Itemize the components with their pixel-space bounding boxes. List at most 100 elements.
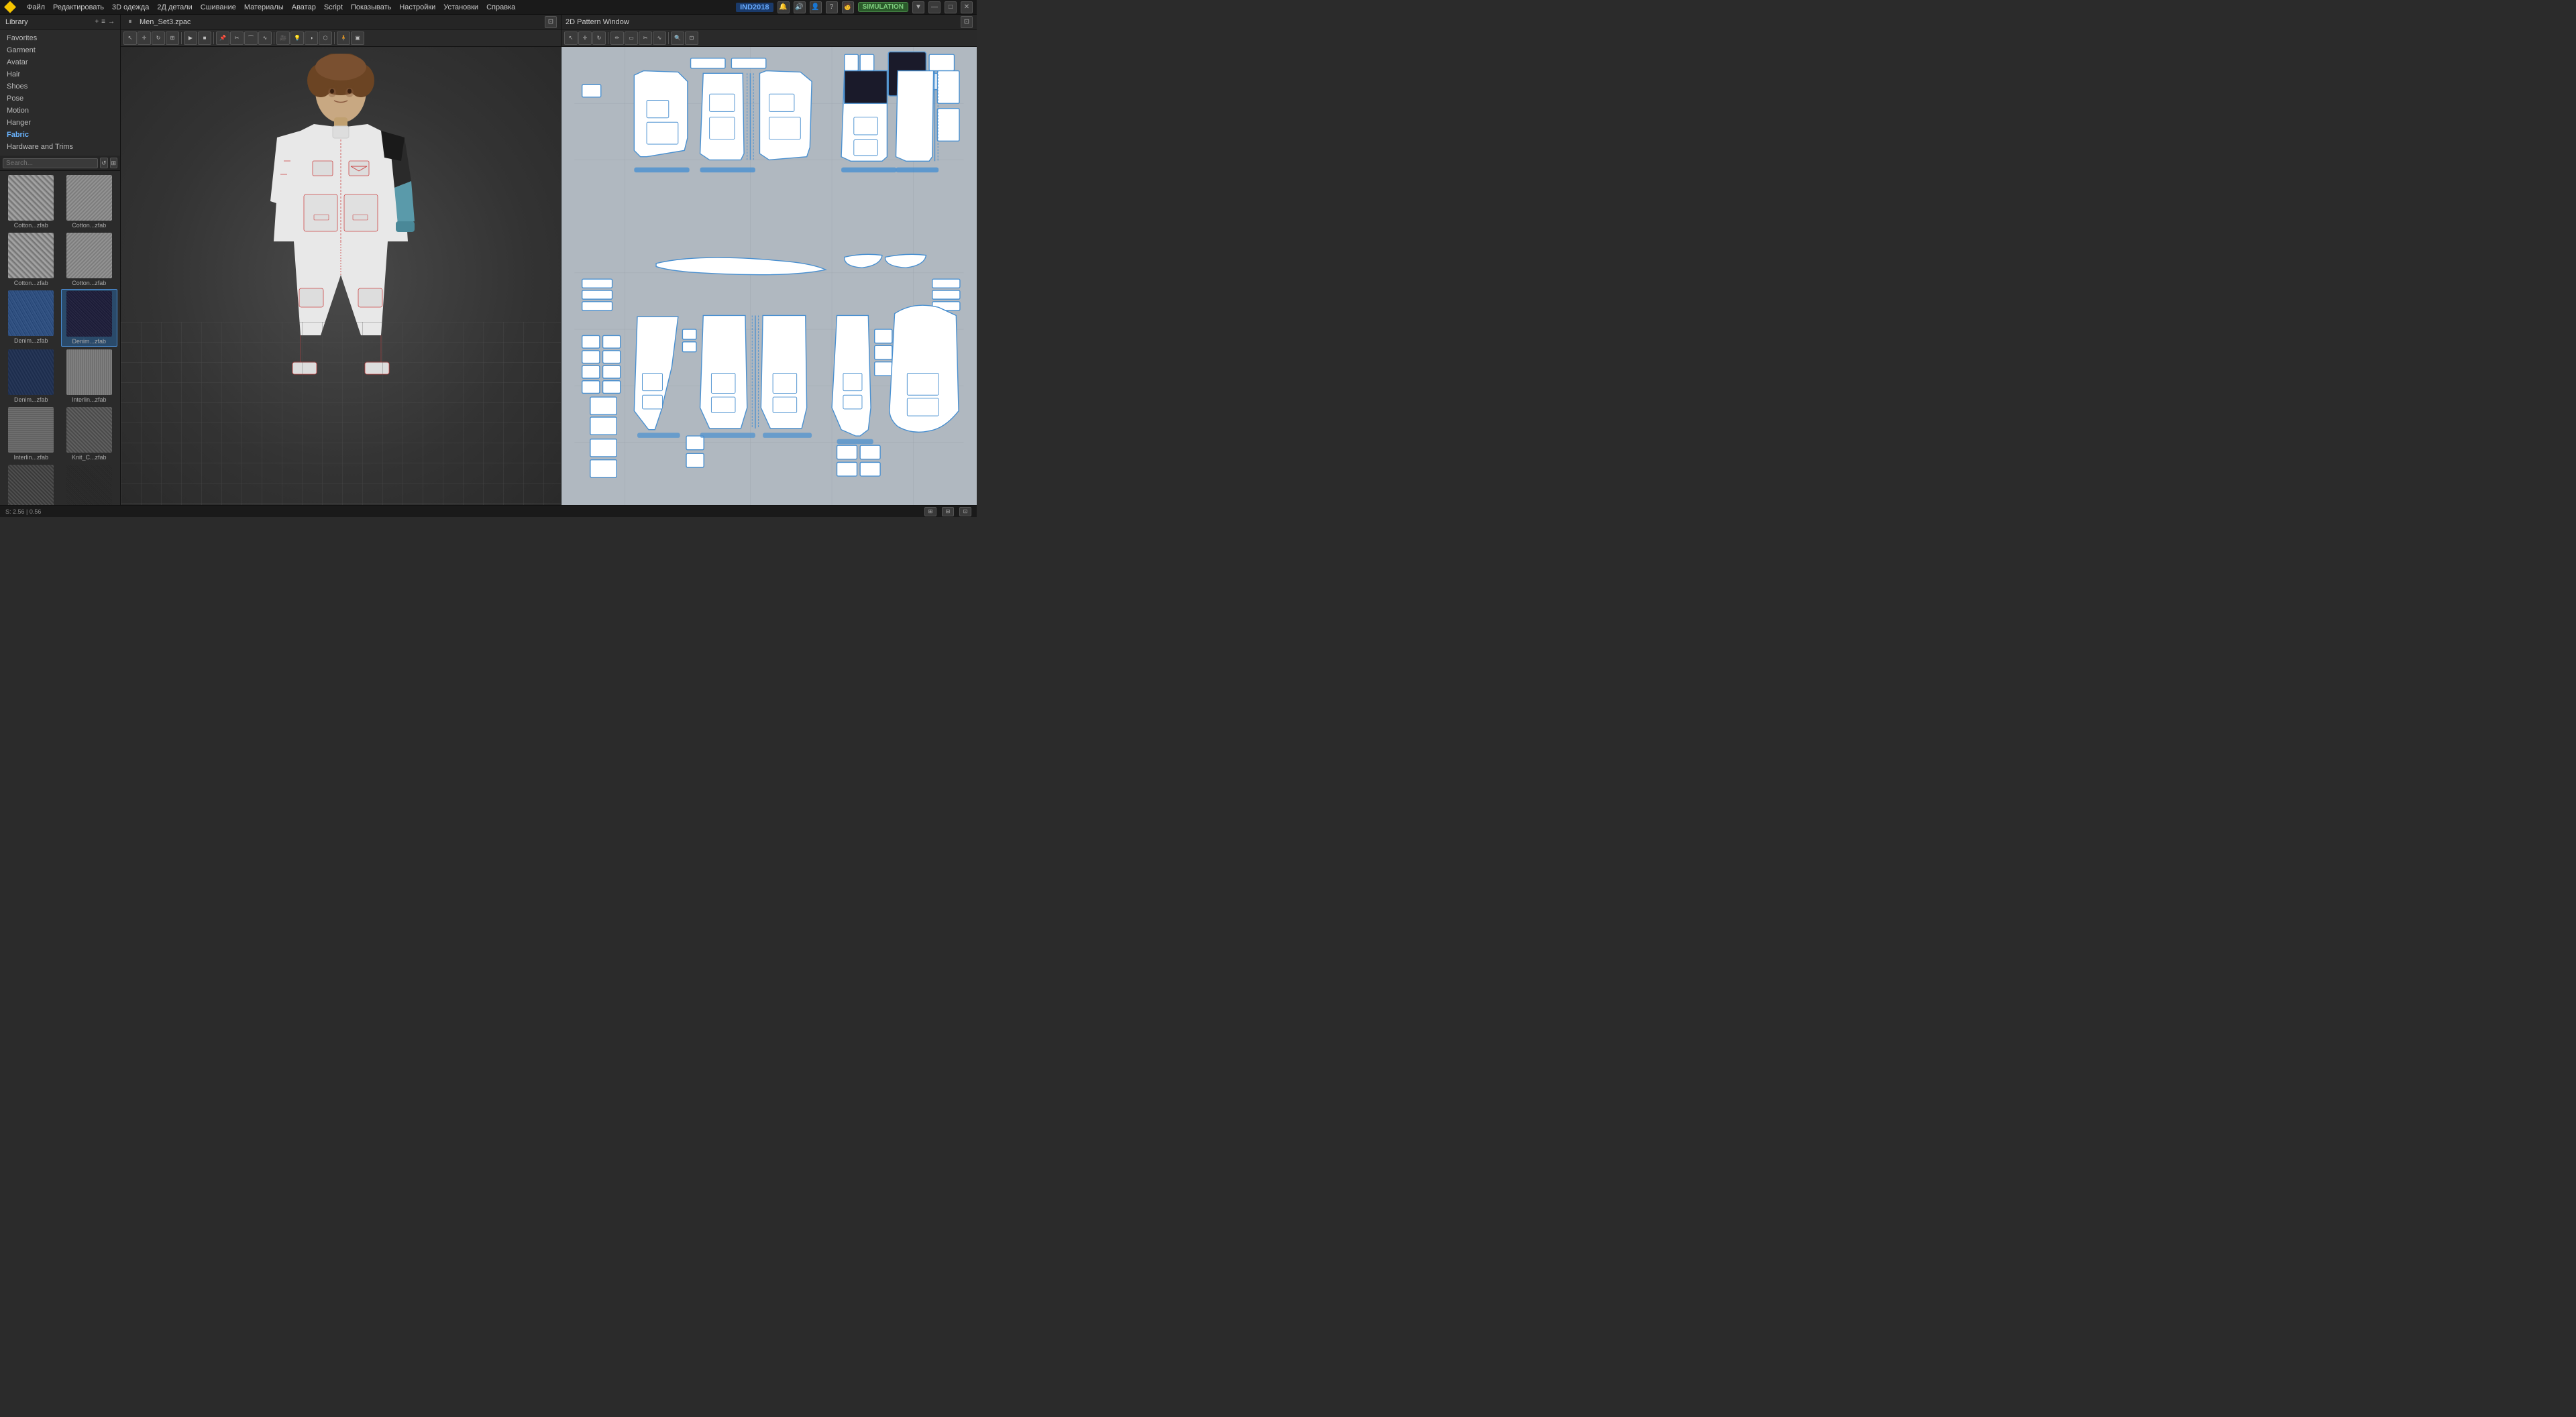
tool-sew[interactable]: ∿ xyxy=(258,32,272,45)
avatar-container xyxy=(233,54,448,443)
2d-tool-zoom[interactable]: 🔍 xyxy=(671,32,684,45)
tool-fold[interactable]: ⌒ xyxy=(244,32,258,45)
menu-3d[interactable]: 3D одежда xyxy=(112,3,149,11)
view2d-expand-icon[interactable]: ⊡ xyxy=(961,16,973,28)
tool-rotate[interactable]: ↻ xyxy=(152,32,165,45)
icon-help[interactable]: ? xyxy=(826,1,838,13)
fabric-item-7[interactable]: Denim...zfab xyxy=(3,348,60,404)
icon-user[interactable]: 👤 xyxy=(810,1,822,13)
sidebar-item-favorites[interactable]: Favorites xyxy=(0,32,120,44)
tool-cut[interactable]: ✂ xyxy=(230,32,244,45)
tool-select[interactable]: ↖ xyxy=(123,32,137,45)
icon-minimize[interactable]: — xyxy=(928,1,941,13)
status-btn-1[interactable]: ⊞ xyxy=(924,507,936,516)
menu-avatar[interactable]: Аватар xyxy=(292,3,316,11)
app-logo xyxy=(4,1,16,13)
fabric-item-10[interactable]: Knit_C...zfab xyxy=(61,406,118,462)
fabric-item-12[interactable]: Knit_Fl...zfab xyxy=(61,463,118,505)
2d-tool-rotate[interactable]: ↻ xyxy=(592,32,606,45)
fabric-item-1[interactable]: Cotton...zfab xyxy=(3,174,60,230)
search-refresh-icon[interactable]: ↺ xyxy=(100,158,108,168)
menu-materials[interactable]: Материалы xyxy=(244,3,284,11)
fabric-item-8[interactable]: Interlin...zfab xyxy=(61,348,118,404)
icon-volume[interactable]: 🔊 xyxy=(794,1,806,13)
2d-tool-cut[interactable]: ✂ xyxy=(639,32,652,45)
sidebar-item-shoes[interactable]: Shoes xyxy=(0,80,120,93)
sidebar-item-hanger[interactable]: Hanger xyxy=(0,117,120,129)
sidebar-item-avatar[interactable]: Avatar xyxy=(0,56,120,68)
2d-tool-fit[interactable]: ⊡ xyxy=(685,32,698,45)
sidebar-item-hardware[interactable]: Hardware and Trims xyxy=(0,141,120,153)
fabric-item-4[interactable]: Cotton...zfab xyxy=(61,231,118,288)
menu-2d[interactable]: 2Д детали xyxy=(157,3,192,11)
tool-bg[interactable]: ▣ xyxy=(351,32,364,45)
avatar-svg xyxy=(233,54,448,443)
pattern-pieces-svg xyxy=(561,47,977,505)
fabric-thumb-12 xyxy=(66,465,112,505)
sep1 xyxy=(181,32,182,44)
canvas-3d[interactable] xyxy=(121,47,561,505)
tool-avatar[interactable]: 🧍 xyxy=(337,32,350,45)
icon-maximize[interactable]: □ xyxy=(945,1,957,13)
statusbar: S: 2.56 | 0.56 ⊞ ⊟ ⊡ xyxy=(0,505,977,517)
menu-file[interactable]: Файл xyxy=(27,3,45,11)
toolbar-3d: ↖ ✛ ↻ ⊞ ▶ ■ 📌 ✂ ⌒ ∿ 🎥 💡 ◑ ⬡ 🧍 ▣ xyxy=(121,30,561,47)
menu-sew[interactable]: Сшивание xyxy=(201,3,236,11)
sidebar-item-pose[interactable]: Pose xyxy=(0,93,120,105)
library-arrow-icon[interactable]: → xyxy=(108,18,115,25)
sidebar-item-garment[interactable]: Garment xyxy=(0,44,120,56)
menu-script[interactable]: Script xyxy=(324,3,343,11)
2d-tool-select[interactable]: ↖ xyxy=(564,32,578,45)
view3d-header: ⏸ Men_Set3.zpac ⊡ xyxy=(121,15,561,30)
fabric-item-2[interactable]: Cotton...zfab xyxy=(61,174,118,230)
sidebar-item-fabric[interactable]: Fabric xyxy=(0,129,120,141)
icon-close[interactable]: ✕ xyxy=(961,1,973,13)
brand-label: IND2018 xyxy=(736,3,773,12)
search-input[interactable] xyxy=(3,158,98,168)
fabric-item-9[interactable]: Interlin...zfab xyxy=(3,406,60,462)
fabric-item-3[interactable]: Cotton...zfab xyxy=(3,231,60,288)
simulation-badge[interactable]: SIMULATION xyxy=(858,2,908,12)
tool-camera[interactable]: 🎥 xyxy=(276,32,290,45)
icon-avatar[interactable]: 🧑 xyxy=(842,1,854,13)
2d-tool-pen[interactable]: ✏ xyxy=(610,32,624,45)
canvas-2d[interactable] xyxy=(561,47,977,505)
fabric-thumb-6 xyxy=(66,291,112,337)
sidebar-item-motion[interactable]: Motion xyxy=(0,105,120,117)
icon-dropdown[interactable]: ▼ xyxy=(912,1,924,13)
sep4 xyxy=(334,32,335,44)
fabric-item-5[interactable]: Denim...zfab xyxy=(3,289,60,347)
play-pause-btn[interactable]: ⏸ xyxy=(125,17,136,27)
2d-tool-sew[interactable]: ∿ xyxy=(653,32,666,45)
status-btn-3[interactable]: ⊡ xyxy=(959,507,971,516)
menu-settings[interactable]: Настройки xyxy=(399,3,435,11)
tool-wire[interactable]: ⬡ xyxy=(319,32,332,45)
library-settings-icon[interactable]: ≡ xyxy=(101,18,105,25)
fabric-item-11[interactable]: Knit_C...zfab xyxy=(3,463,60,505)
sidebar-item-hair[interactable]: Hair xyxy=(0,68,120,80)
fabric-label-6: Denim...zfab xyxy=(72,338,106,345)
2d-sep2 xyxy=(668,32,669,44)
fabric-item-6[interactable]: Denim...zfab xyxy=(61,289,118,347)
tool-shade[interactable]: ◑ xyxy=(305,32,318,45)
library-add-icon[interactable]: + xyxy=(95,18,99,25)
library-header: Library + ≡ → xyxy=(0,15,120,30)
tool-stop[interactable]: ■ xyxy=(198,32,211,45)
tool-light[interactable]: 💡 xyxy=(290,32,304,45)
menu-view[interactable]: Показывать xyxy=(351,3,391,11)
tool-move[interactable]: ✛ xyxy=(138,32,151,45)
2d-tool-move[interactable]: ✛ xyxy=(578,32,592,45)
icon-speaker[interactable]: 🔔 xyxy=(777,1,790,13)
status-btn-2[interactable]: ⊟ xyxy=(942,507,954,516)
menu-install[interactable]: Установки xyxy=(443,3,478,11)
fabric-thumb-3 xyxy=(8,233,54,278)
tool-scale[interactable]: ⊞ xyxy=(166,32,179,45)
search-grid-icon[interactable]: ⊞ xyxy=(110,158,118,168)
tool-pin[interactable]: 📌 xyxy=(216,32,229,45)
menu-edit[interactable]: Редактировать xyxy=(53,3,104,11)
2d-tool-rect[interactable]: ▭ xyxy=(625,32,638,45)
tool-sim[interactable]: ▶ xyxy=(184,32,197,45)
view3d-expand-icon[interactable]: ⊡ xyxy=(545,16,557,28)
menu-help[interactable]: Справка xyxy=(486,3,515,11)
view2d-title: 2D Pattern Window xyxy=(566,18,629,26)
